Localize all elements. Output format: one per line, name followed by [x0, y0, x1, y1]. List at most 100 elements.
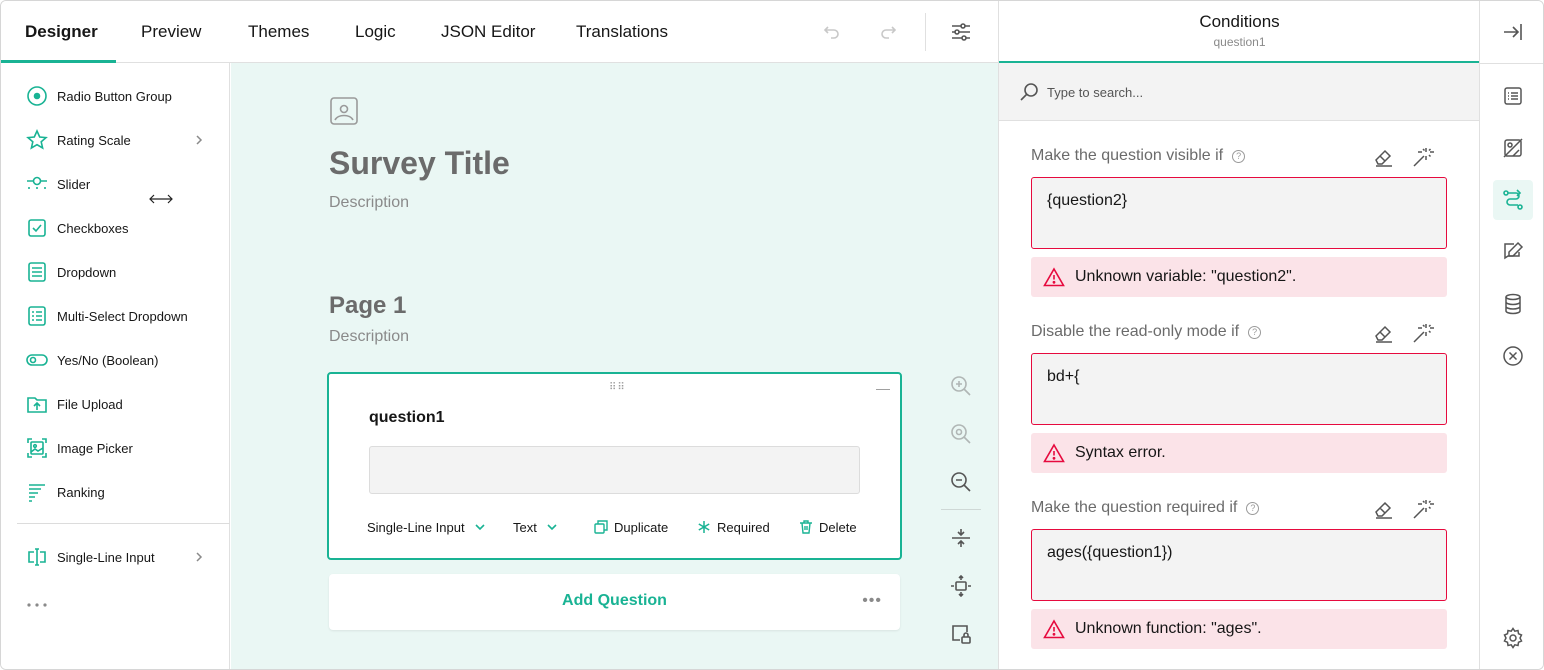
search-input[interactable] — [1047, 81, 1447, 103]
toolbox-item-label: Ranking — [57, 484, 105, 500]
toolbox-item-ranking[interactable]: Ranking — [25, 477, 105, 507]
tab-designer[interactable]: Designer — [25, 1, 98, 63]
property-label: Make the question visible if — [1031, 147, 1224, 164]
toolbox-item-label: Image Picker — [57, 440, 133, 456]
conditions-logic-icon[interactable] — [1493, 180, 1533, 220]
input-type-dropdown[interactable]: Text — [513, 517, 557, 537]
data-database-icon[interactable] — [1493, 284, 1533, 324]
help-icon[interactable]: ? — [1246, 501, 1260, 515]
multi-dropdown-icon — [25, 304, 49, 328]
toolbox-item-label: Multi-Select Dropdown — [57, 308, 188, 324]
checkbox-icon — [25, 216, 49, 240]
toolbox-item-radio-button-group[interactable]: Radio Button Group — [25, 81, 172, 111]
layout-icon[interactable] — [1493, 128, 1533, 168]
help-icon[interactable]: ? — [1232, 149, 1246, 163]
survey-creator-window: Designer Preview Themes Logic JSON Edito… — [0, 0, 1544, 670]
tab-themes[interactable]: Themes — [248, 1, 309, 63]
lock-question-icon[interactable] — [947, 620, 975, 648]
toolbox-item-single-line-input[interactable]: Single-Line Input — [25, 542, 155, 572]
required-if-error: Unknown function: "ages". — [1031, 609, 1447, 649]
magic-wand-icon[interactable] — [1409, 495, 1437, 523]
toolbox-item-multi-select-dropdown[interactable]: Multi-Select Dropdown — [25, 301, 188, 331]
toggle-icon — [25, 348, 49, 372]
delete-label: Delete — [819, 519, 857, 535]
undo-icon[interactable] — [818, 18, 846, 46]
toolbox-more-button[interactable] — [25, 590, 49, 620]
warning-icon — [1043, 443, 1065, 463]
gear-icon[interactable] — [1493, 618, 1533, 658]
zoom-out-icon[interactable] — [947, 468, 975, 496]
toolbox-item-image-picker[interactable]: Image Picker — [25, 433, 133, 463]
toolbox-item-file-upload[interactable]: File Upload — [25, 389, 123, 419]
help-icon[interactable]: ? — [1248, 325, 1262, 339]
tab-translations[interactable]: Translations — [576, 1, 668, 63]
page-description[interactable]: Description — [329, 328, 409, 346]
search-icon — [1020, 83, 1038, 101]
read-only-if-error: Syntax error. — [1031, 433, 1447, 473]
more-dots-icon — [27, 603, 47, 607]
panel-subtitle: question1 — [1213, 35, 1266, 49]
trash-icon — [800, 520, 812, 534]
zoom-in-icon[interactable] — [947, 372, 975, 400]
duplicate-button[interactable]: Duplicate — [594, 517, 668, 537]
general-settings-icon[interactable] — [1493, 76, 1533, 116]
toolbox: Radio Button Group Rating Scale Slider C… — [1, 63, 230, 669]
validation-icon[interactable] — [1493, 232, 1533, 272]
error-message: Unknown variable: "question2". — [1075, 268, 1297, 285]
radio-icon — [25, 84, 49, 108]
tab-preview[interactable]: Preview — [141, 1, 201, 63]
toolbox-item-label: Radio Button Group — [57, 88, 172, 104]
magic-wand-icon[interactable] — [1409, 143, 1437, 171]
toolbox-item-checkboxes[interactable]: Checkboxes — [25, 213, 129, 243]
logo-placeholder-icon[interactable] — [329, 96, 359, 126]
read-only-if-expression-input[interactable] — [1031, 353, 1447, 425]
collapse-panel-icon[interactable] — [1493, 12, 1533, 52]
visible-if-expression-input[interactable] — [1031, 177, 1447, 249]
required-button[interactable]: Required — [697, 517, 770, 537]
expand-all-icon[interactable] — [947, 572, 975, 600]
toolbox-item-slider[interactable]: Slider — [25, 169, 90, 199]
toolbox-item-rating-scale[interactable]: Rating Scale — [25, 125, 131, 155]
question-card[interactable]: ⠿⠿ — question1 Single-Line Input Text Du… — [327, 372, 902, 560]
magic-wand-icon[interactable] — [1409, 319, 1437, 347]
error-message: Unknown function: "ages". — [1075, 620, 1262, 637]
toolbox-divider — [17, 523, 230, 524]
collapse-all-icon[interactable] — [947, 524, 975, 552]
chevron-right-icon[interactable] — [193, 551, 205, 563]
eraser-icon[interactable] — [1369, 319, 1397, 347]
eraser-icon[interactable] — [1369, 495, 1397, 523]
star-icon — [25, 128, 49, 152]
page-title[interactable]: Page 1 — [329, 292, 406, 320]
dropdown-icon — [25, 260, 49, 284]
survey-title[interactable]: Survey Title — [329, 145, 510, 182]
collapse-icon[interactable]: — — [876, 380, 890, 396]
delete-button[interactable]: Delete — [799, 517, 857, 537]
question-title[interactable]: question1 — [369, 409, 445, 427]
add-question-bar: Add Question ••• — [329, 574, 900, 630]
error-message: Syntax error. — [1075, 444, 1166, 461]
tab-logic[interactable]: Logic — [355, 1, 396, 63]
survey-description[interactable]: Description — [329, 194, 409, 212]
add-question-button[interactable]: Add Question — [329, 592, 900, 610]
strip-divider — [1480, 63, 1543, 64]
question-type-dropdown[interactable]: Single-Line Input — [367, 517, 485, 537]
settings-sliders-icon[interactable] — [947, 18, 975, 46]
tab-json-editor[interactable]: JSON Editor — [441, 1, 535, 63]
eraser-icon[interactable] — [1369, 143, 1397, 171]
zoom-reset-icon[interactable] — [947, 420, 975, 448]
chevron-right-icon[interactable] — [193, 134, 205, 146]
clear-circle-x-icon[interactable] — [1493, 336, 1533, 376]
visible-if-label: Make the question visible if ? — [1031, 147, 1246, 165]
toolbox-item-label: Checkboxes — [57, 220, 129, 236]
drag-handle-icon[interactable]: ⠿⠿ — [609, 382, 626, 393]
panel-title: Conditions — [1199, 12, 1280, 31]
required-if-expression-input[interactable] — [1031, 529, 1447, 601]
toolbox-item-dropdown[interactable]: Dropdown — [25, 257, 116, 287]
chevron-down-icon — [547, 524, 557, 531]
more-options-icon[interactable]: ••• — [862, 592, 882, 610]
design-canvas: Survey Title Description Page 1 Descript… — [231, 63, 998, 669]
read-only-if-label: Disable the read-only mode if ? — [1031, 323, 1262, 341]
file-upload-icon — [25, 392, 49, 416]
toolbox-item-yes-no-boolean[interactable]: Yes/No (Boolean) — [25, 345, 158, 375]
redo-icon[interactable] — [874, 18, 902, 46]
